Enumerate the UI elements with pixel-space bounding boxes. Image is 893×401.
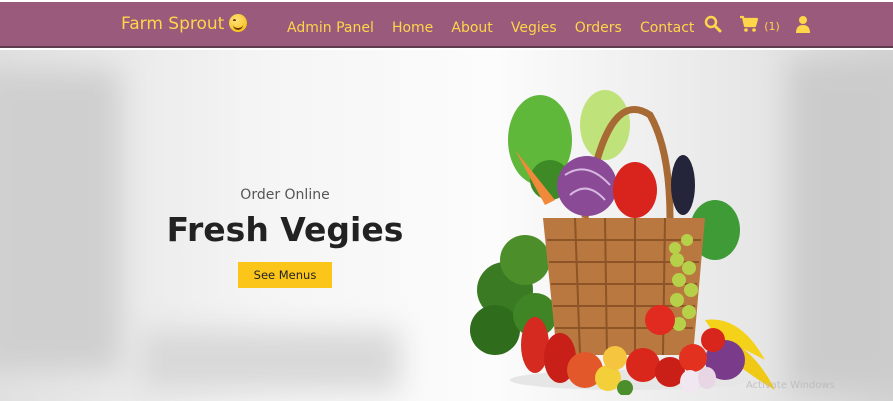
nav-link-vegies[interactable]: Vegies [511, 20, 557, 36]
cart-count[interactable]: (1) [764, 20, 780, 33]
user-icon[interactable] [795, 15, 811, 37]
navbar: Farm Sprout Admin Panel Home About Vegie… [0, 2, 893, 48]
search-icon[interactable] [704, 15, 722, 37]
smiley-emoji-icon [229, 14, 248, 32]
nav-link-home[interactable]: Home [392, 20, 433, 36]
see-menus-button[interactable]: See Menus [238, 262, 332, 288]
nav-icons: (1) [704, 15, 811, 37]
nav-link-contact[interactable]: Contact [640, 20, 694, 36]
hero-banner: Order Online Fresh Vegies See Menus Acti… [0, 50, 893, 401]
nav-link-admin-panel[interactable]: Admin Panel [287, 20, 374, 36]
nav-link-about[interactable]: About [451, 20, 492, 36]
nav-link-orders[interactable]: Orders [575, 20, 622, 36]
vegetable-basket-image [470, 90, 775, 395]
nav-links: Admin Panel Home About Vegies Orders Con… [287, 17, 707, 36]
background-blur-right [790, 60, 893, 390]
cart-icon[interactable] [739, 15, 759, 37]
activate-windows-watermark: Activate Windows [746, 380, 835, 391]
brand-name[interactable]: Farm Sprout [121, 14, 224, 34]
brand-logo[interactable]: Farm Sprout [121, 14, 248, 34]
background-blur-bottom [140, 330, 400, 390]
